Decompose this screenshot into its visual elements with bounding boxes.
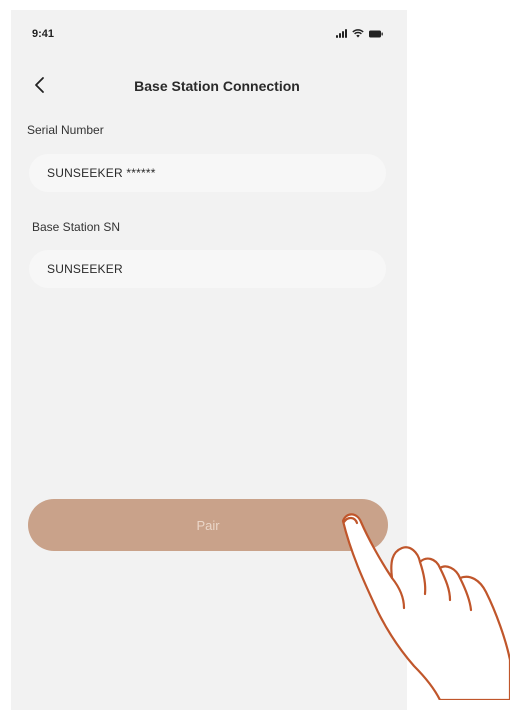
status-icons: [336, 29, 383, 38]
phone-screen: 9:41 Base Station Connection Serial Numb…: [11, 10, 407, 710]
page-title: Base Station Connection: [134, 78, 300, 94]
battery-icon: [369, 30, 383, 38]
serial-number-label: Serial Number: [27, 123, 104, 137]
base-station-sn-field[interactable]: SUNSEEKER: [29, 250, 386, 288]
pair-button[interactable]: Pair: [28, 499, 388, 551]
nav-bar: Base Station Connection: [11, 72, 407, 102]
serial-number-field[interactable]: SUNSEEKER ******: [29, 154, 386, 192]
status-time: 9:41: [32, 28, 55, 40]
base-station-sn-label: Base Station SN: [32, 220, 121, 234]
status-bar: 9:41: [11, 10, 407, 54]
wifi-icon: [352, 29, 364, 38]
signal-icon: [336, 29, 347, 38]
